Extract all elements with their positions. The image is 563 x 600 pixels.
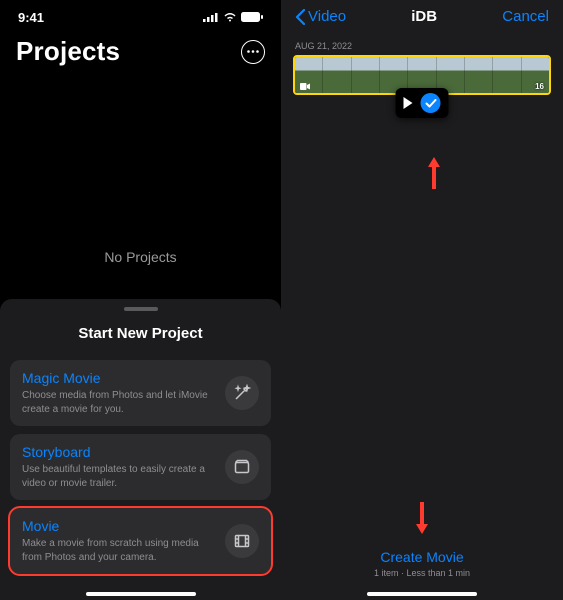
new-project-sheet: Start New Project Magic Movie Choose med… (0, 299, 281, 600)
media-picker-screen: Video iDB Cancel AUG 21, 2022 16 Create … (281, 0, 563, 600)
option-movie[interactable]: Movie Make a movie from scratch using me… (10, 508, 271, 574)
create-label: Create Movie (281, 549, 563, 565)
check-icon (425, 99, 436, 108)
projects-screen: 9:41 Projects No Projects Start New Proj… (0, 0, 281, 600)
status-icons (203, 12, 263, 22)
option-desc: Use beautiful templates to easily create… (22, 463, 215, 490)
wifi-icon (223, 12, 237, 22)
annotation-arrow-down (414, 500, 430, 536)
back-label: Video (308, 8, 346, 25)
play-button[interactable] (404, 97, 413, 109)
ellipsis-icon (247, 50, 259, 53)
wand-icon (225, 376, 259, 410)
create-subtitle: 1 item · Less than 1 min (281, 568, 563, 578)
select-button[interactable] (421, 93, 441, 113)
header: Projects (0, 28, 281, 79)
option-title: Magic Movie (22, 370, 215, 386)
home-indicator[interactable] (86, 592, 196, 596)
empty-state: No Projects (0, 249, 281, 265)
create-movie-button[interactable]: Create Movie 1 item · Less than 1 min (281, 549, 563, 578)
home-indicator[interactable] (367, 592, 477, 596)
option-title: Storyboard (22, 444, 215, 460)
page-title: Projects (16, 36, 120, 67)
chevron-left-icon (295, 9, 306, 25)
film-icon (225, 524, 259, 558)
signal-icon (203, 12, 219, 22)
nav-bar: Video iDB Cancel (281, 0, 563, 31)
clip-actions (396, 88, 449, 118)
option-storyboard[interactable]: Storyboard Use beautiful templates to ea… (10, 434, 271, 500)
option-magic-movie[interactable]: Magic Movie Choose media from Photos and… (10, 360, 271, 426)
video-clip[interactable]: 16 (293, 55, 551, 95)
annotation-arrow-up (426, 155, 442, 191)
option-desc: Choose media from Photos and let iMovie … (22, 389, 215, 416)
back-button[interactable]: Video (295, 8, 346, 25)
battery-icon (241, 12, 263, 22)
sheet-title: Start New Project (10, 325, 271, 342)
video-icon (300, 83, 310, 90)
option-desc: Make a movie from scratch using media fr… (22, 537, 215, 564)
option-title: Movie (22, 518, 215, 534)
more-button[interactable] (241, 40, 265, 64)
section-date: AUG 21, 2022 (281, 31, 563, 55)
nav-title: iDB (411, 8, 437, 25)
storyboard-icon (225, 450, 259, 484)
status-time: 9:41 (18, 10, 44, 25)
clip-duration: 16 (535, 82, 544, 91)
cancel-button[interactable]: Cancel (502, 8, 549, 25)
status-bar: 9:41 (0, 0, 281, 28)
grabber[interactable] (124, 307, 158, 311)
